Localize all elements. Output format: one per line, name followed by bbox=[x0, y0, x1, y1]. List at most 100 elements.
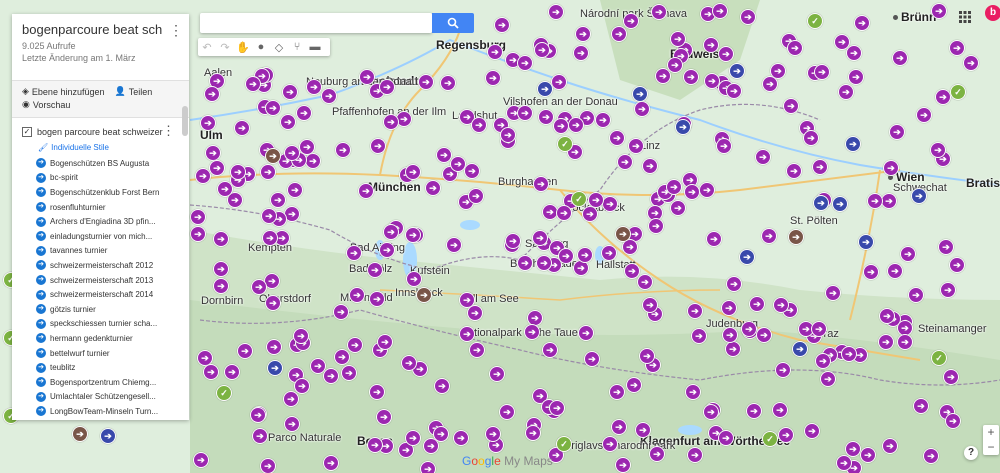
map-marker-blue[interactable]: ➔ bbox=[537, 81, 553, 97]
map-marker-purple[interactable]: ➔ bbox=[260, 164, 276, 180]
map-marker-purple[interactable]: ➔ bbox=[401, 355, 417, 371]
map-marker-purple[interactable]: ➔ bbox=[746, 403, 762, 419]
map-marker-purple[interactable]: ➔ bbox=[406, 271, 422, 287]
map-marker-green[interactable]: ✓ bbox=[931, 350, 947, 366]
map-marker-green[interactable]: ✓ bbox=[557, 136, 573, 152]
map-marker-purple[interactable]: ➔ bbox=[261, 208, 277, 224]
map-marker-purple[interactable]: ➔ bbox=[383, 114, 399, 130]
preview-button[interactable]: ◉ Vorschau bbox=[22, 99, 70, 110]
map-marker-blue[interactable]: ➔ bbox=[792, 341, 808, 357]
help-button[interactable]: ? bbox=[964, 446, 978, 460]
map-marker-purple[interactable]: ➔ bbox=[536, 255, 552, 271]
map-marker-purple[interactable]: ➔ bbox=[333, 304, 349, 320]
map-marker-purple[interactable]: ➔ bbox=[376, 409, 392, 425]
map-marker-blue[interactable]: ➔ bbox=[911, 188, 927, 204]
layer-item[interactable]: ➔ schweizermeisterschaft 2014 bbox=[36, 287, 176, 302]
map-marker-purple[interactable]: ➔ bbox=[335, 142, 351, 158]
map-marker-purple[interactable]: ➔ bbox=[213, 231, 229, 247]
map-marker-purple[interactable]: ➔ bbox=[379, 79, 395, 95]
map-marker[interactable]: ➔ bbox=[100, 428, 116, 444]
map-marker-purple[interactable]: ➔ bbox=[203, 364, 219, 380]
map-marker-purple[interactable]: ➔ bbox=[499, 404, 515, 420]
map-marker-purple[interactable]: ➔ bbox=[436, 147, 452, 163]
map-marker-purple[interactable]: ➔ bbox=[712, 3, 728, 19]
map-marker-purple[interactable]: ➔ bbox=[209, 160, 225, 176]
map-marker-purple[interactable]: ➔ bbox=[666, 179, 682, 195]
map-marker-purple[interactable]: ➔ bbox=[237, 343, 253, 359]
map-marker-purple[interactable]: ➔ bbox=[369, 384, 385, 400]
layer-checkbox[interactable]: ✓ bbox=[22, 127, 32, 137]
map-title[interactable]: bogenparcoure beat schweizer bbox=[22, 22, 162, 37]
map-marker-purple[interactable]: ➔ bbox=[425, 180, 441, 196]
user-avatar[interactable]: b bbox=[985, 5, 1000, 21]
map-marker-purple[interactable]: ➔ bbox=[642, 158, 658, 174]
map-marker-blue[interactable]: ➔ bbox=[858, 234, 874, 250]
map-marker-purple[interactable]: ➔ bbox=[369, 291, 385, 307]
map-marker-green[interactable]: ✓ bbox=[950, 84, 966, 100]
map-marker-purple[interactable]: ➔ bbox=[453, 430, 469, 446]
map-marker-green[interactable]: ✓ bbox=[216, 385, 232, 401]
map-marker-purple[interactable]: ➔ bbox=[595, 112, 611, 128]
map-marker-purple[interactable]: ➔ bbox=[487, 44, 503, 60]
layer-item[interactable]: ➔ Bogenschützenklub Forst Bern bbox=[36, 185, 176, 200]
map-marker-purple[interactable]: ➔ bbox=[405, 227, 421, 243]
map-marker-purple[interactable]: ➔ bbox=[755, 149, 771, 165]
map-marker-purple[interactable]: ➔ bbox=[299, 139, 315, 155]
map-marker-purple[interactable]: ➔ bbox=[260, 458, 276, 473]
map-marker-purple[interactable]: ➔ bbox=[549, 400, 565, 416]
undo-icon[interactable]: ↶ bbox=[198, 38, 216, 56]
map-marker-purple[interactable]: ➔ bbox=[814, 64, 830, 80]
map-marker-purple[interactable]: ➔ bbox=[820, 371, 836, 387]
map-marker-purple[interactable]: ➔ bbox=[841, 346, 857, 362]
map-marker-purple[interactable]: ➔ bbox=[359, 69, 375, 85]
map-marker-purple[interactable]: ➔ bbox=[626, 377, 642, 393]
map-marker-purple[interactable]: ➔ bbox=[718, 46, 734, 62]
map-marker-purple[interactable]: ➔ bbox=[949, 40, 965, 56]
layer-item[interactable]: ➔ tavannes turnier bbox=[36, 244, 176, 259]
map-marker-purple[interactable]: ➔ bbox=[323, 368, 339, 384]
layer-item[interactable]: ➔ götzis turnier bbox=[36, 302, 176, 317]
map-marker-purple[interactable]: ➔ bbox=[213, 278, 229, 294]
layer-item[interactable]: ➔ schweizermeisterschaft 2012 bbox=[36, 258, 176, 273]
map-marker-purple[interactable]: ➔ bbox=[930, 142, 946, 158]
map-marker-purple[interactable]: ➔ bbox=[648, 218, 664, 234]
map-marker-purple[interactable]: ➔ bbox=[213, 261, 229, 277]
map-marker-purple[interactable]: ➔ bbox=[370, 138, 386, 154]
add-layer-button[interactable]: ◈ Ebene hinzufügen bbox=[22, 86, 104, 97]
map-marker-purple[interactable]: ➔ bbox=[524, 324, 540, 340]
map-marker-purple[interactable]: ➔ bbox=[756, 327, 772, 343]
map-marker-purple[interactable]: ➔ bbox=[935, 89, 951, 105]
map-marker-purple[interactable]: ➔ bbox=[778, 427, 794, 443]
map-marker-purple[interactable]: ➔ bbox=[883, 160, 899, 176]
redo-icon[interactable]: ↷ bbox=[216, 38, 234, 56]
map-marker-purple[interactable]: ➔ bbox=[377, 334, 393, 350]
map-marker-purple[interactable]: ➔ bbox=[367, 262, 383, 278]
map-marker-purple[interactable]: ➔ bbox=[306, 79, 322, 95]
map-marker-purple[interactable]: ➔ bbox=[762, 76, 778, 92]
layer-item[interactable]: ➔ speckschiessen turnier scha... bbox=[36, 317, 176, 332]
map-marker-purple[interactable]: ➔ bbox=[786, 163, 802, 179]
map-marker-purple[interactable]: ➔ bbox=[685, 384, 701, 400]
map-marker-purple[interactable]: ➔ bbox=[558, 248, 574, 264]
panel-scrollbar[interactable] bbox=[182, 106, 188, 136]
map-marker-purple[interactable]: ➔ bbox=[811, 321, 827, 337]
ruler-icon[interactable]: ▬ bbox=[306, 38, 324, 56]
layer-item[interactable]: ➔ Archers d'Engiadina 3D pfin... bbox=[36, 214, 176, 229]
map-marker-purple[interactable]: ➔ bbox=[892, 50, 908, 66]
map-marker-purple[interactable]: ➔ bbox=[773, 297, 789, 313]
map-marker-purple[interactable]: ➔ bbox=[383, 224, 399, 240]
map-marker-purple[interactable]: ➔ bbox=[250, 407, 266, 423]
layer-item[interactable]: ➔ Umlachtaler Schützengesell... bbox=[36, 390, 176, 405]
map-marker-purple[interactable]: ➔ bbox=[459, 326, 475, 342]
map-marker-purple[interactable]: ➔ bbox=[489, 366, 505, 382]
map-marker-purple[interactable]: ➔ bbox=[878, 334, 894, 350]
map-marker-purple[interactable]: ➔ bbox=[517, 55, 533, 71]
map-marker-purple[interactable]: ➔ bbox=[611, 419, 627, 435]
map-marker-purple[interactable]: ➔ bbox=[190, 209, 206, 225]
map-marker-purple[interactable]: ➔ bbox=[703, 404, 719, 420]
map-marker-purple[interactable]: ➔ bbox=[913, 398, 929, 414]
map-marker-purple[interactable]: ➔ bbox=[637, 274, 653, 290]
map-marker-purple[interactable]: ➔ bbox=[879, 308, 895, 324]
map-marker-brown[interactable]: ➔ bbox=[615, 226, 631, 242]
map-marker-purple[interactable]: ➔ bbox=[468, 188, 484, 204]
